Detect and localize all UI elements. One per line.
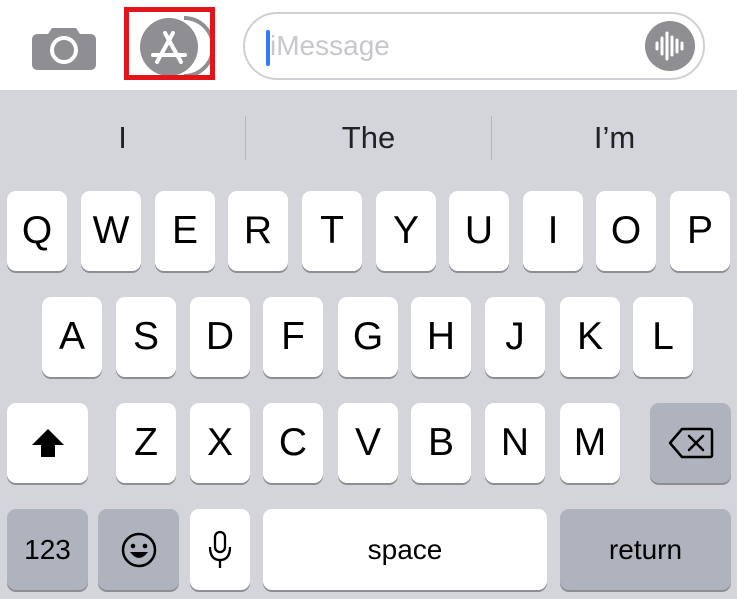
camera-button[interactable] <box>30 22 98 72</box>
highlight-box <box>124 7 215 80</box>
key-k[interactable]: K <box>560 297 620 377</box>
key-i[interactable]: I <box>523 191 583 271</box>
message-toolbar: iMessage <box>0 0 737 90</box>
shift-icon <box>31 429 64 457</box>
space-key[interactable]: space <box>263 509 547 590</box>
shift-key[interactable] <box>7 403 88 483</box>
key-u[interactable]: U <box>449 191 509 271</box>
audio-waveform-icon <box>645 21 695 71</box>
delete-key[interactable] <box>650 403 731 483</box>
key-p[interactable]: P <box>670 191 730 271</box>
camera-icon <box>32 28 96 70</box>
key-s[interactable]: S <box>116 297 176 377</box>
return-key[interactable]: return <box>560 509 731 590</box>
key-z[interactable]: Z <box>116 403 176 483</box>
key-x[interactable]: X <box>190 403 250 483</box>
key-a[interactable]: A <box>42 297 102 377</box>
delete-backspace-icon <box>668 427 713 459</box>
key-c[interactable]: C <box>263 403 323 483</box>
dictation-key[interactable] <box>190 509 250 590</box>
key-e[interactable]: E <box>155 191 215 271</box>
suggestion-1[interactable]: I <box>0 90 245 185</box>
key-o[interactable]: O <box>596 191 656 271</box>
suggestion-2[interactable]: The <box>246 90 491 185</box>
message-input[interactable]: iMessage <box>243 12 705 80</box>
key-n[interactable]: N <box>485 403 545 483</box>
audio-message-button[interactable] <box>645 21 695 71</box>
key-d[interactable]: D <box>190 297 250 377</box>
key-h[interactable]: H <box>411 297 471 377</box>
microphone-icon <box>208 530 232 568</box>
key-j[interactable]: J <box>485 297 545 377</box>
key-b[interactable]: B <box>411 403 471 483</box>
suggestion-3[interactable]: I’m <box>492 90 737 185</box>
key-g[interactable]: G <box>338 297 398 377</box>
key-r[interactable]: R <box>228 191 288 271</box>
key-f[interactable]: F <box>263 297 323 377</box>
key-m[interactable]: M <box>560 403 620 483</box>
key-l[interactable]: L <box>633 297 693 377</box>
key-t[interactable]: T <box>302 191 362 271</box>
keyboard: I The I’m Q W E R T Y U I O P A S D F G … <box>0 90 737 599</box>
numbers-key[interactable]: 123 <box>7 509 88 590</box>
message-placeholder: iMessage <box>270 30 390 61</box>
key-q[interactable]: Q <box>7 191 67 271</box>
emoji-key[interactable] <box>98 509 179 590</box>
key-v[interactable]: V <box>338 403 398 483</box>
key-y[interactable]: Y <box>376 191 436 271</box>
key-w[interactable]: W <box>81 191 141 271</box>
emoji-icon <box>121 532 156 567</box>
